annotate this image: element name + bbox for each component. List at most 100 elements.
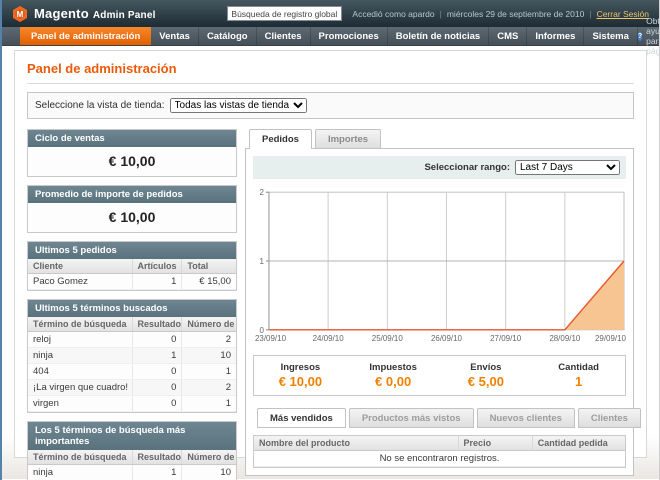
table-cell: 0 (132, 332, 182, 348)
column-header: Artículos (132, 259, 182, 274)
svg-text:23/09/10: 23/09/10 (255, 334, 287, 343)
brand-title: MagentoAdmin Panel (34, 6, 156, 21)
table-row: virgen01 (28, 396, 236, 412)
table-row: ¡La virgen que cuadro!02 (28, 380, 236, 396)
total-cantidad: Cantidad 1 (532, 362, 625, 389)
table-cell: Paco Gomez (28, 274, 132, 290)
range-select[interactable]: Last 7 Days (515, 160, 620, 175)
column-header: Número de usos (182, 317, 236, 332)
nav-item-ventas[interactable]: Ventas (151, 27, 199, 45)
last-orders-title: Ultimos 5 pedidos (28, 242, 236, 259)
column-header: Número de usos (182, 450, 236, 465)
table-cell: 1 (132, 274, 182, 290)
table-row: ninja110 (28, 348, 236, 364)
table-cell: 1 (132, 348, 182, 364)
dashboard-left-column: Ciclo de ventas € 10,00 Promedio de impo… (27, 129, 237, 480)
table-row: Paco Gomez1€ 15,00 (28, 274, 236, 290)
column-header: Término de búsqueda (28, 450, 132, 465)
logout-link[interactable]: Cerrar Sesión (597, 9, 649, 19)
column-header: Resultados (132, 317, 182, 332)
no-records-message: No se encontraron registros. (254, 451, 625, 467)
separator: | (589, 9, 591, 19)
last-search-terms-table: Término de búsqueda Resultados Número de… (28, 317, 236, 412)
table-cell: 404 (28, 364, 132, 380)
nav-item-promociones[interactable]: Promociones (311, 27, 388, 45)
column-header: Término de búsqueda (28, 317, 132, 332)
table-cell: reloj (28, 332, 132, 348)
main-nav: Panel de administración Ventas Catálogo … (2, 27, 659, 46)
separator: | (440, 9, 442, 19)
svg-text:24/09/10: 24/09/10 (313, 334, 345, 343)
svg-text:1: 1 (260, 257, 265, 266)
last-search-terms-box: Ultimos 5 términos buscados Término de b… (27, 299, 237, 413)
store-view-select[interactable]: Todas las vistas de tienda (170, 98, 307, 113)
products-tabs: Más vendidos Productos más vistos Nuevos… (253, 408, 626, 428)
orders-chart: 01223/09/1024/09/1025/09/1026/09/1027/09… (253, 186, 626, 346)
magento-admin-window: M MagentoAdmin Panel Accedió como apardo… (0, 0, 660, 480)
range-bar: Seleccionar rango: Last 7 Days (253, 156, 626, 179)
content-card: Panel de administración Seleccione la vi… (14, 50, 647, 458)
logo: M MagentoAdmin Panel (12, 6, 156, 22)
top-search-terms-box: Los 5 términos de búsqueda más important… (27, 421, 237, 480)
tab-pedidos[interactable]: Pedidos (249, 129, 312, 149)
nav-item-clientes[interactable]: Clientes (257, 27, 311, 45)
column-header: Precio (458, 436, 532, 451)
magento-logo-icon: M (12, 6, 28, 22)
last-search-terms-title: Ultimos 5 términos buscados (28, 300, 236, 317)
svg-text:29/09/10: 29/09/10 (595, 334, 626, 343)
tab-mas-vendidos[interactable]: Más vendidos (257, 408, 346, 428)
table-cell: virgen (28, 396, 132, 412)
nav-item-sistema[interactable]: Sistema (584, 27, 637, 45)
tab-importes[interactable]: Importes (315, 129, 381, 148)
lifetime-sales-value: € 10,00 (28, 147, 236, 176)
table-cell: 10 (182, 348, 236, 364)
svg-text:25/09/10: 25/09/10 (372, 334, 404, 343)
nav-item-dashboard[interactable]: Panel de administración (20, 27, 151, 45)
table-cell: 0 (132, 396, 182, 412)
nav-item-informes[interactable]: Informes (527, 27, 584, 45)
column-header: Cantidad pedida (532, 436, 625, 451)
tab-productos-mas-vistos[interactable]: Productos más vistos (349, 408, 474, 428)
chart-area: 01223/09/1024/09/1025/09/1026/09/1027/09… (253, 186, 626, 346)
table-cell: 0 (132, 380, 182, 396)
nav-item-cms[interactable]: CMS (489, 27, 527, 45)
table-cell: 10 (182, 465, 236, 480)
empty-row: No se encontraron registros. (254, 451, 625, 467)
products-table: Nombre del producto Precio Cantidad pedi… (254, 436, 625, 467)
page-background: Panel de administración Seleccione la vi… (2, 46, 659, 479)
table-cell: ¡La virgen que cuadro! (28, 380, 132, 396)
tab-nuevos-clientes[interactable]: Nuevos clientes (477, 408, 575, 428)
column-header: Nombre del producto (254, 436, 458, 451)
table-cell: ninja (28, 465, 132, 480)
table-cell: € 15,00 (182, 274, 236, 290)
global-search-input[interactable] (227, 6, 342, 21)
column-header: Total (182, 259, 236, 274)
help-link[interactable]: ? Obtener ayuda para esta página (638, 27, 660, 45)
logged-in-as: Accedió como apardo (352, 9, 434, 19)
orders-panel: Seleccionar rango: Last 7 Days 01223/09/… (245, 148, 634, 476)
nav-item-catalogo[interactable]: Catálogo (199, 27, 257, 45)
tab-clientes[interactable]: Clientes (578, 408, 641, 428)
table-cell: 1 (182, 364, 236, 380)
total-impuestos: Impuestos € 0,00 (347, 362, 440, 389)
store-view-selector: Seleccione la vista de tienda: Todas las… (27, 92, 634, 119)
last-orders-table: Cliente Artículos Total Paco Gomez1€ 15,… (28, 259, 236, 290)
totals-box: Ingresos € 10,00 Impuestos € 0,00 Envíos… (253, 355, 626, 396)
svg-text:28/09/10: 28/09/10 (549, 334, 581, 343)
table-row: 40401 (28, 364, 236, 380)
table-row: ninja110 (28, 465, 236, 480)
lifetime-sales-title: Ciclo de ventas (28, 130, 236, 147)
table-row: reloj02 (28, 332, 236, 348)
top-search-terms-title: Los 5 términos de búsqueda más important… (28, 422, 236, 450)
table-cell: 0 (132, 364, 182, 380)
range-label: Seleccionar rango: (424, 162, 510, 173)
nav-item-boletin[interactable]: Boletín de noticias (388, 27, 489, 45)
svg-text:2: 2 (260, 188, 265, 197)
lifetime-sales-box: Ciclo de ventas € 10,00 (27, 129, 237, 177)
table-cell: 2 (182, 332, 236, 348)
table-cell: ninja (28, 348, 132, 364)
store-view-label: Seleccione la vista de tienda: (35, 100, 165, 111)
top-header: M MagentoAdmin Panel Accedió como apardo… (2, 0, 659, 27)
column-header: Resultados (132, 450, 182, 465)
current-date: miércoles 29 de septiembre de 2010 (447, 9, 585, 19)
